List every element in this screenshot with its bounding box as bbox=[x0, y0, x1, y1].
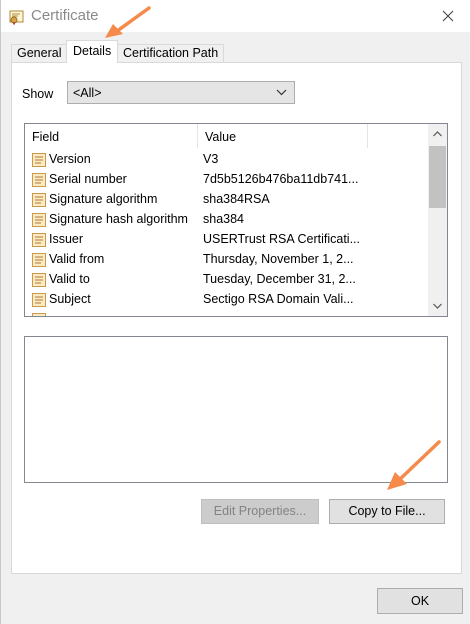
show-label: Show bbox=[22, 87, 54, 101]
list-item[interactable]: Serial number 7d5b5126b476ba11db741... bbox=[25, 170, 425, 190]
tab-certification-path[interactable]: Certification Path bbox=[117, 44, 225, 62]
field-icon bbox=[32, 253, 46, 267]
field-icon bbox=[32, 173, 46, 187]
field-name: Signature algorithm bbox=[49, 192, 158, 206]
field-icon bbox=[32, 293, 46, 307]
list-item[interactable]: Issuer USERTrust RSA Certificati... bbox=[25, 230, 425, 250]
field-value: sha384RSA bbox=[203, 192, 270, 206]
field-value: Tuesday, December 31, 2... bbox=[203, 272, 356, 286]
field-name: Issuer bbox=[49, 232, 84, 246]
list-item[interactable]: Subject Sectigo RSA Domain Vali... bbox=[25, 290, 425, 310]
field-name: Signature hash algorithm bbox=[49, 212, 188, 226]
scrollbar-thumb[interactable] bbox=[429, 146, 446, 208]
list-rows: Version V3 Serial number 7d5b5126b476ba1… bbox=[25, 150, 425, 316]
field-name: Serial number bbox=[49, 172, 127, 186]
scroll-up-button[interactable] bbox=[428, 124, 447, 144]
chevron-down-icon bbox=[276, 89, 287, 96]
list-item-partial[interactable] bbox=[25, 310, 425, 316]
edit-properties-button[interactable]: Edit Properties... bbox=[201, 499, 319, 524]
tab-general[interactable]: General bbox=[11, 44, 68, 62]
tab-details[interactable]: Details bbox=[66, 40, 119, 63]
close-button[interactable] bbox=[425, 0, 470, 32]
field-name: Subject bbox=[49, 292, 91, 306]
field-value: Thursday, November 1, 2... bbox=[203, 252, 354, 266]
show-dropdown[interactable]: <All> bbox=[67, 81, 295, 104]
field-detail-box[interactable] bbox=[24, 336, 448, 483]
certificate-dialog: Certificate General Details Certificatio… bbox=[0, 0, 470, 624]
field-value: 7d5b5126b476ba11db741... bbox=[203, 172, 359, 186]
list-item[interactable]: Valid to Tuesday, December 31, 2... bbox=[25, 270, 425, 290]
ok-button[interactable]: OK bbox=[377, 588, 463, 614]
field-name: Version bbox=[49, 152, 91, 166]
field-icon bbox=[32, 153, 46, 167]
field-name: Valid from bbox=[49, 252, 105, 266]
field-value: V3 bbox=[203, 152, 219, 166]
show-dropdown-value: <All> bbox=[73, 86, 102, 100]
field-icon bbox=[32, 233, 46, 247]
field-icon bbox=[32, 193, 46, 207]
list-item[interactable]: Valid from Thursday, November 1, 2... bbox=[25, 250, 425, 270]
field-icon bbox=[32, 273, 46, 287]
field-value: Sectigo RSA Domain Vali... bbox=[203, 292, 354, 306]
title-bar: Certificate bbox=[1, 0, 470, 32]
field-icon bbox=[32, 313, 46, 316]
window-title: Certificate bbox=[31, 7, 99, 24]
field-value: USERTrust RSA Certificati... bbox=[203, 232, 360, 246]
column-header-field[interactable]: Field bbox=[25, 124, 198, 148]
chevron-down-icon bbox=[433, 303, 442, 309]
column-header-value[interactable]: Value bbox=[198, 124, 368, 148]
certificate-icon bbox=[9, 10, 24, 25]
field-value: sha384 bbox=[203, 212, 245, 226]
close-icon bbox=[442, 10, 454, 22]
chevron-up-icon bbox=[433, 131, 442, 137]
field-icon bbox=[32, 213, 46, 227]
list-item[interactable]: Signature algorithm sha384RSA bbox=[25, 190, 425, 210]
list-item[interactable]: Signature hash algorithm sha384 bbox=[25, 210, 425, 230]
fields-list[interactable]: Field Value Version V3 Serial number 7d5… bbox=[24, 123, 448, 317]
vertical-scrollbar[interactable] bbox=[428, 124, 447, 316]
list-item[interactable]: Version V3 bbox=[25, 150, 425, 170]
scroll-down-button[interactable] bbox=[428, 296, 447, 316]
field-name: Valid to bbox=[49, 272, 90, 286]
copy-to-file-button[interactable]: Copy to File... bbox=[329, 499, 445, 524]
list-header: Field Value bbox=[25, 124, 425, 148]
